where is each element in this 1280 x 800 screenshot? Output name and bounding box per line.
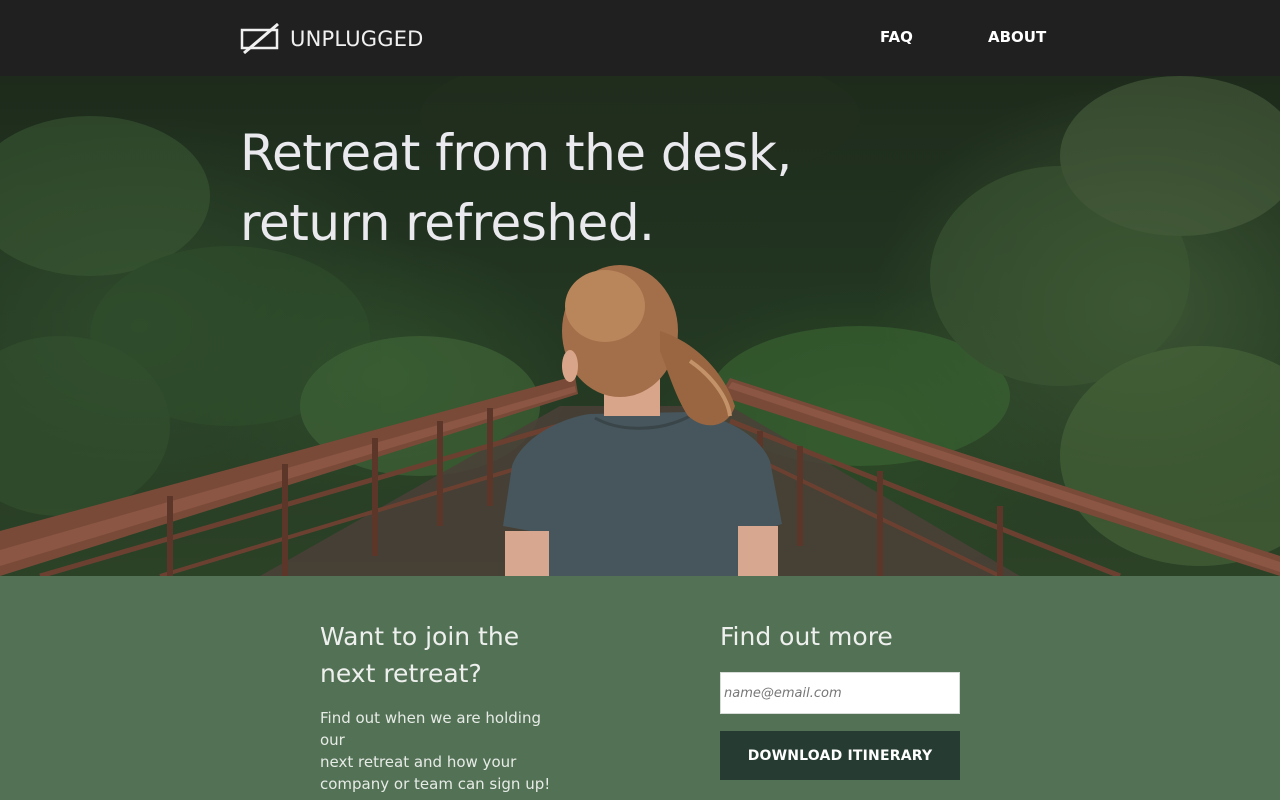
- join-retreat-heading: Want to join the next retreat?: [320, 618, 580, 692]
- join-retreat-description: Find out when we are holding our next re…: [320, 707, 570, 795]
- hero-headline: Retreat from the desk, return refreshed.: [240, 118, 860, 258]
- description-line-2: next retreat and how your: [320, 753, 517, 771]
- download-itinerary-button[interactable]: DOWNLOAD ITINERARY: [720, 731, 960, 780]
- hero-banner: Retreat from the desk, return refreshed.: [0, 76, 1280, 576]
- hero-headline-line-2: return refreshed.: [240, 194, 655, 252]
- nav-faq-link[interactable]: FAQ: [880, 28, 913, 46]
- brand-name: UNPLUGGED: [290, 27, 424, 51]
- nav-about-link[interactable]: ABOUT: [988, 28, 1046, 46]
- brand-logo-link[interactable]: UNPLUGGED: [240, 22, 424, 56]
- unplugged-box-slash-icon: [240, 23, 282, 55]
- email-field[interactable]: [720, 672, 960, 714]
- join-heading-line-2: next retreat?: [320, 659, 482, 688]
- page: UNPLUGGED FAQ ABOUT Retreat from the des…: [0, 0, 1280, 800]
- find-out-more-heading: Find out more: [720, 622, 893, 651]
- description-line-3: company or team can sign up!: [320, 775, 551, 793]
- description-line-1: Find out when we are holding our: [320, 709, 541, 749]
- join-heading-line-1: Want to join the: [320, 622, 520, 651]
- signup-section: Want to join the next retreat? Find out …: [0, 576, 1280, 800]
- top-navigation-bar: UNPLUGGED FAQ ABOUT: [0, 0, 1280, 76]
- hero-headline-line-1: Retreat from the desk,: [240, 124, 792, 182]
